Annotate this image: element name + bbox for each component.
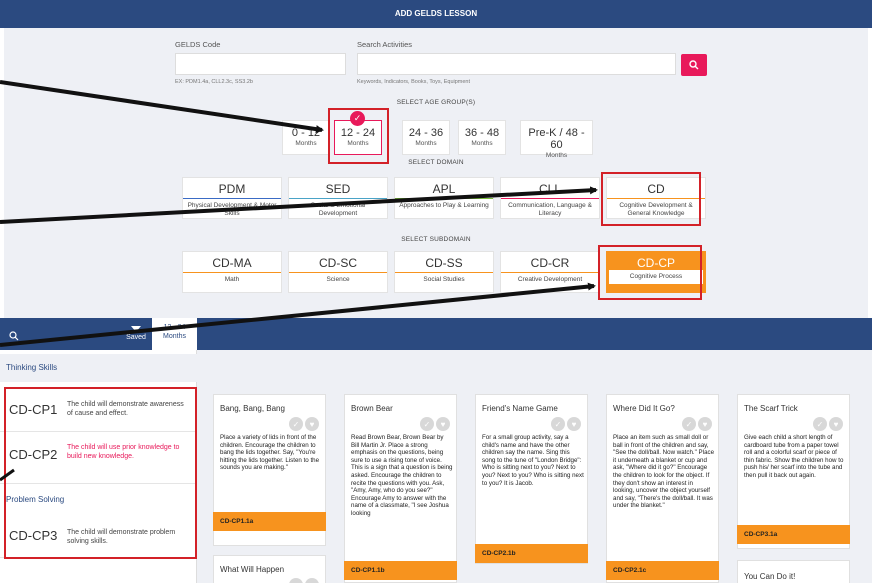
arrow-to-domain <box>0 186 598 224</box>
arrow-to-subdomain <box>0 282 596 347</box>
arrow-to-age <box>0 80 324 134</box>
annotation-arrows <box>0 80 598 482</box>
arrow-to-indicators <box>0 468 15 482</box>
